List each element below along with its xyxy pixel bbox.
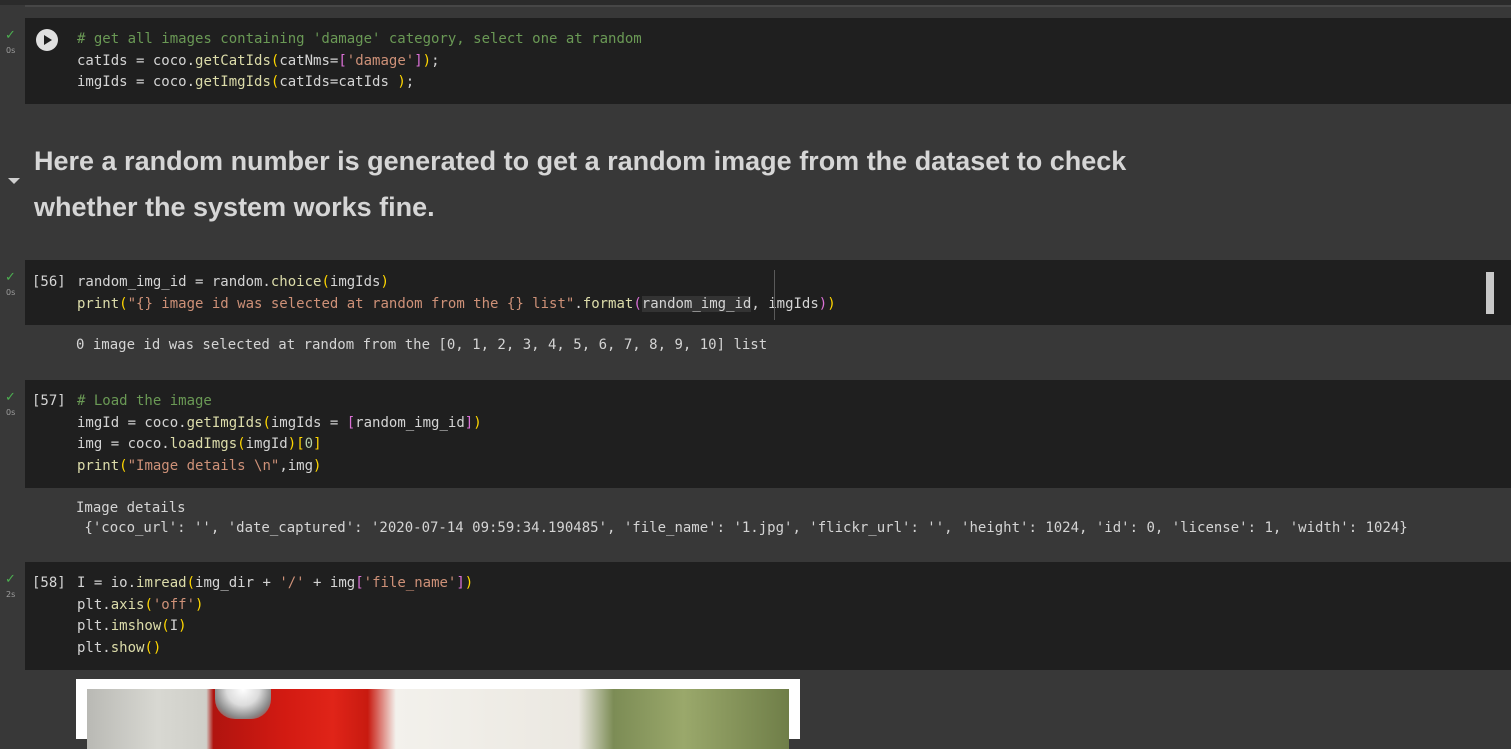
code-editor[interactable]: # Load the image imgId = coco.getImgIds(i… [77, 391, 482, 477]
play-icon [44, 35, 52, 45]
executed-check-icon: ✓ [5, 28, 16, 43]
code-line[interactable]: catIds = coco.getCatIds(catNms=['damage'… [77, 51, 642, 73]
text-cursor [774, 270, 775, 320]
code-editor[interactable]: # get all images containing 'damage' cat… [77, 29, 642, 94]
execution-count: [57] [32, 393, 66, 409]
collapse-section-icon[interactable] [8, 178, 20, 184]
image-output [76, 679, 800, 749]
code-line[interactable]: imgIds = coco.getImgIds(catIds=catIds ); [77, 72, 642, 94]
code-line[interactable]: # get all images containing 'damage' cat… [77, 29, 642, 51]
car-damage-photo [87, 689, 789, 749]
cell-runtime: 0s [6, 46, 16, 55]
cell-output: 0 image id was selected at random from t… [76, 335, 767, 355]
top-divider [25, 5, 1511, 7]
editor-scrollbar[interactable] [1486, 272, 1494, 314]
code-editor[interactable]: I = io.imread(img_dir + '/' + img['file_… [77, 573, 473, 659]
code-line[interactable]: I = io.imread(img_dir + '/' + img['file_… [77, 573, 473, 595]
code-line[interactable]: print("{} image id was selected at rando… [77, 294, 836, 316]
markdown-heading: Here a random number is generated to get… [34, 146, 1127, 222]
code-line[interactable]: plt.imshow(I) [77, 616, 473, 638]
code-line[interactable]: imgId = coco.getImgIds(imgIds = [random_… [77, 413, 482, 435]
executed-check-icon: ✓ [5, 270, 16, 285]
output-line: Image details [76, 500, 186, 516]
code-line[interactable]: print("Image details \n",img) [77, 456, 482, 478]
cell-runtime: 0s [6, 408, 16, 417]
code-line[interactable]: plt.show() [77, 638, 473, 660]
code-line[interactable]: img = coco.loadImgs(imgId)[0] [77, 434, 482, 456]
code-line[interactable]: # Load the image [77, 391, 482, 413]
run-cell-button[interactable] [36, 29, 58, 51]
output-line: {'coco_url': '', 'date_captured': '2020-… [76, 520, 1408, 536]
tail-lamp-graphic [215, 689, 271, 719]
execution-count: [58] [32, 575, 66, 591]
code-line[interactable]: random_img_id = random.choice(imgIds) [77, 272, 836, 294]
code-line[interactable]: plt.axis('off') [77, 595, 473, 617]
executed-check-icon: ✓ [5, 572, 16, 587]
executed-check-icon: ✓ [5, 390, 16, 405]
execution-count: [56] [32, 274, 66, 290]
code-editor[interactable]: random_img_id = random.choice(imgIds) pri… [77, 272, 836, 315]
cell-runtime: 2s [6, 590, 16, 599]
cell-output: Image details {'coco_url': '', 'date_cap… [76, 498, 1408, 538]
output-line: 0 image id was selected at random from t… [76, 337, 768, 353]
cell-runtime: 0s [6, 288, 16, 297]
